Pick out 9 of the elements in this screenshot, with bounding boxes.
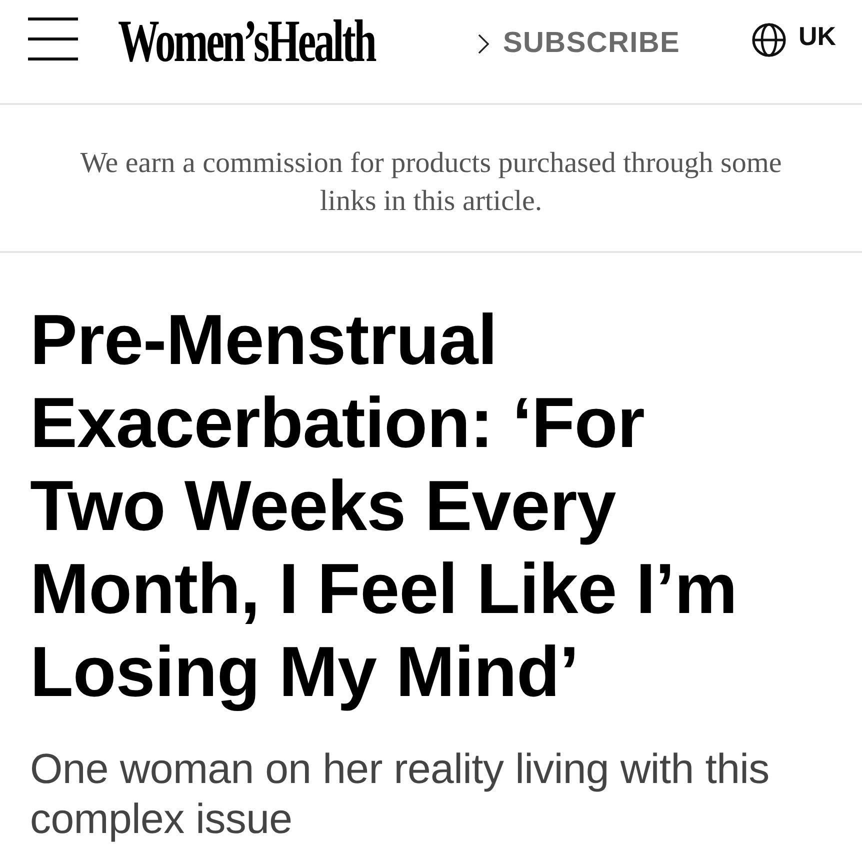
chevron-icon — [478, 34, 489, 54]
menu-icon[interactable] — [28, 17, 78, 61]
article-headline: Pre-Menstrual Exacerbation: ‘For Two Weeks Every Month, I Feel Like I’m Losing My Mind’ — [30, 300, 738, 714]
subscribe-link[interactable]: SUBSCRIBE — [478, 27, 680, 60]
affiliate-disclaimer: We earn a commission for products purchased through some links in this article. — [79, 146, 783, 219]
site-logo[interactable]: Women’sHealth — [118, 11, 375, 71]
article-subtitle: One woman on her reality living with this complex issue — [30, 744, 770, 844]
globe-icon — [752, 23, 786, 57]
region-selector[interactable]: UK — [752, 21, 836, 57]
